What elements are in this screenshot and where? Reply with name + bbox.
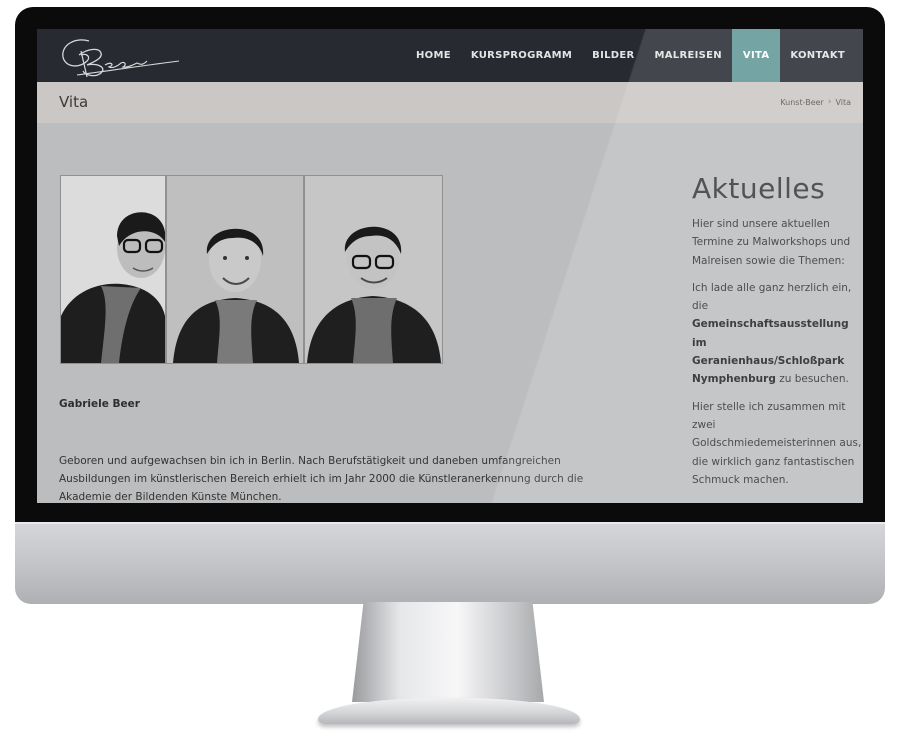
monitor-chin — [15, 522, 885, 604]
breadcrumb-home-link[interactable]: Kunst-Beer — [780, 98, 824, 107]
page-title-bar: Vita Kunst-Beer › Vita — [37, 82, 863, 123]
portrait-photo-2[interactable] — [166, 175, 304, 364]
breadcrumb-current: Vita — [835, 97, 851, 107]
breadcrumb: Kunst-Beer › Vita — [780, 97, 851, 107]
page-title: Vita — [59, 93, 89, 111]
portrait-photo-3[interactable] — [304, 175, 443, 364]
sidebar-aktuelles: Aktuelles Hier sind unsere aktuellen Ter… — [692, 172, 862, 498]
portrait-gallery — [60, 175, 443, 364]
sidebar-paragraph: Hier stelle ich zusammen mit zwei Goldsc… — [692, 400, 862, 486]
author-name: Gabriele Beer — [59, 398, 140, 410]
bio-line: Geboren und aufgewachsen bin ich in Berl… — [59, 455, 561, 467]
bio-text: Geboren und aufgewachsen bin ich in Berl… — [59, 452, 589, 503]
bio-line: Ausbildungen im künstlerischen Bereich e… — [59, 473, 584, 485]
sidebar-title: Aktuelles — [692, 172, 826, 205]
nav-item-kontakt[interactable]: KONTAKT — [780, 29, 855, 82]
chevron-right-icon: › — [827, 97, 832, 107]
sidebar-paragraph: Ich lade alle ganz herzlich ein, die Gem… — [692, 279, 862, 389]
nav-item-bilder[interactable]: BILDER — [582, 29, 644, 82]
sidebar-text: Ich lade alle ganz herzlich ein, die — [692, 281, 852, 313]
bio-line: Akademie der Bildenden Künste München. — [59, 491, 282, 503]
sidebar-text: zu besuchen. — [775, 373, 849, 386]
nav-item-malreisen[interactable]: MALREISEN — [645, 29, 732, 82]
navbar: HOME KURSPROGRAMM BILDER MALREISEN VITA … — [37, 29, 863, 82]
monitor-stand-neck — [352, 602, 544, 702]
screen: HOME KURSPROGRAMM BILDER MALREISEN VITA … — [37, 29, 863, 503]
nav-item-kursprogramm[interactable]: KURSPROGRAMM — [461, 29, 582, 82]
sidebar-paragraph: Hier sind unsere aktuellen Termine zu Ma… — [692, 218, 851, 267]
main-nav: HOME KURSPROGRAMM BILDER MALREISEN VITA … — [406, 29, 855, 82]
main-content: Gabriele Beer Geboren und aufgewachsen b… — [37, 123, 863, 503]
signature-logo[interactable] — [57, 35, 183, 77]
nav-item-home[interactable]: HOME — [406, 29, 461, 82]
nav-item-vita[interactable]: VITA — [731, 29, 781, 82]
portrait-photo-1[interactable] — [60, 175, 166, 364]
